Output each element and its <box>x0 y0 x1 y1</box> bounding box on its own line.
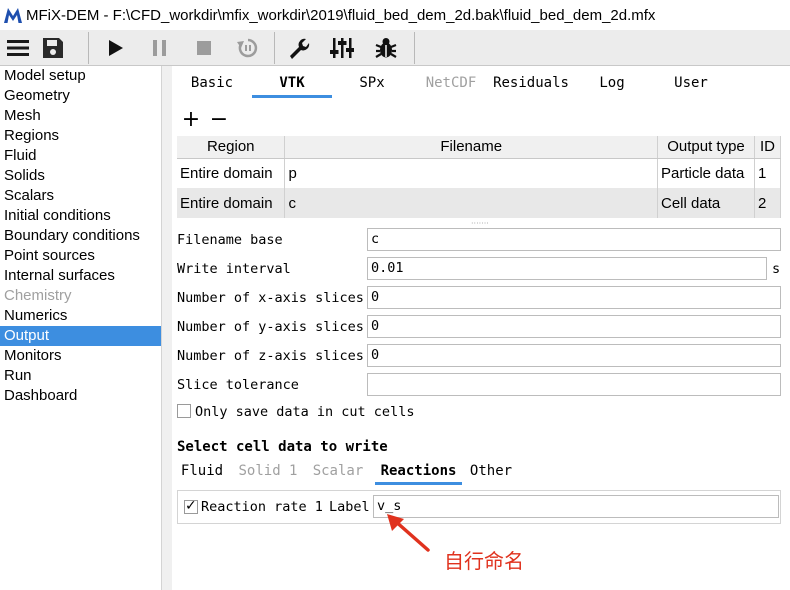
z-slices-input[interactable]: 0 <box>367 344 781 367</box>
output-pane: Basic VTK SPx NetCDF Residuals Log User … <box>172 66 790 590</box>
sidebar-item-geometry[interactable]: Geometry <box>0 86 161 106</box>
mfix-window: MFiX-DEM - F:\CFD_workdir\mfix_workdir\2… <box>0 0 790 590</box>
cut-cells-checkbox[interactable] <box>177 404 191 418</box>
filename-base-label: Filename base <box>177 232 283 248</box>
sidebar-item-model-setup[interactable]: Model setup <box>0 66 161 86</box>
sidebar-item-dashboard[interactable]: Dashboard <box>0 386 161 406</box>
tab-user[interactable]: User <box>666 74 716 98</box>
bug-icon[interactable] <box>372 34 400 62</box>
window-title: MFiX-DEM - F:\CFD_workdir\mfix_workdir\2… <box>26 6 656 24</box>
column-header-id: ID <box>754 136 782 159</box>
reaction-rate-checkbox[interactable] <box>184 498 198 514</box>
sidebar-item-point-sources[interactable]: Point sources <box>0 246 161 266</box>
reset-icon[interactable] <box>234 34 262 62</box>
cut-cells-label: Only save data in cut cells <box>195 404 415 420</box>
subtab-scalar: Scalar <box>312 463 364 479</box>
subtab-reactions[interactable]: Reactions <box>375 463 462 485</box>
table-resize-grip[interactable]: ······· <box>471 219 489 228</box>
tab-spx[interactable]: SPx <box>348 74 396 98</box>
cell-region: Entire domain <box>177 158 286 188</box>
sidebar-item-regions[interactable]: Regions <box>0 126 161 146</box>
sidebar-item-scalars[interactable]: Scalars <box>0 186 161 206</box>
column-header-region: Region <box>177 136 286 159</box>
menu-icon[interactable] <box>4 34 32 62</box>
sidebar-item-monitors[interactable]: Monitors <box>0 346 161 366</box>
table-row[interactable]: Entire domain c Cell data 2 <box>177 188 782 218</box>
reaction-rate-label: Reaction rate 1 <box>201 499 323 515</box>
mfix-logo-icon <box>2 4 24 26</box>
cell-id: 2 <box>754 188 782 218</box>
table-header: Region Filename Output type ID <box>177 136 782 159</box>
sliders-icon[interactable] <box>328 34 356 62</box>
sidebar-item-mesh[interactable]: Mesh <box>0 106 161 126</box>
save-icon[interactable] <box>39 34 67 62</box>
cell-output-type: Particle data <box>657 158 755 188</box>
cell-filename: p <box>284 158 658 188</box>
play-icon[interactable] <box>102 34 130 62</box>
column-header-filename: Filename <box>284 136 658 159</box>
subtab-solid-1: Solid 1 <box>238 463 298 479</box>
sidebar-item-solids[interactable]: Solids <box>0 166 161 186</box>
reactions-panel: Reaction rate 1 Label v_s <box>177 490 781 524</box>
write-interval-unit: s <box>772 261 781 277</box>
sidebar-nav: Model setup Geometry Mesh Regions Fluid … <box>0 66 162 590</box>
title-bar: MFiX-DEM - F:\CFD_workdir\mfix_workdir\2… <box>0 0 790 30</box>
annotation-arrow-icon <box>387 514 430 552</box>
tab-log[interactable]: Log <box>590 74 634 98</box>
stop-icon[interactable] <box>190 34 218 62</box>
y-slices-input[interactable]: 0 <box>367 315 781 338</box>
sidebar-item-boundary-conditions[interactable]: Boundary conditions <box>0 226 161 246</box>
table-row[interactable]: Entire domain p Particle data 1 <box>177 158 782 188</box>
cell-output-type: Cell data <box>657 188 755 218</box>
pause-icon[interactable] <box>146 34 174 62</box>
write-interval-input[interactable]: 0.01 <box>367 257 767 280</box>
column-header-output-type: Output type <box>657 136 755 159</box>
pane-splitter[interactable]: ‹ <box>162 66 172 590</box>
tab-residuals[interactable]: Residuals <box>491 74 571 98</box>
tab-vtk[interactable]: VTK <box>252 74 332 98</box>
subtab-fluid[interactable]: Fluid <box>177 463 227 485</box>
cell-id: 1 <box>754 158 782 188</box>
slice-tolerance-input[interactable] <box>367 373 781 396</box>
tab-netcdf: NetCDF <box>425 75 477 91</box>
write-interval-label: Write interval <box>177 261 291 277</box>
x-slices-label: Number of x-axis slices <box>177 290 364 306</box>
cell-data-section-title: Select cell data to write <box>177 439 388 455</box>
sidebar-item-fluid[interactable]: Fluid <box>0 146 161 166</box>
sidebar-item-output[interactable]: Output <box>0 326 161 346</box>
output-tabs: Basic VTK SPx NetCDF Residuals Log User <box>172 74 790 98</box>
sidebar-item-run[interactable]: Run <box>0 366 161 386</box>
add-row-button[interactable]: + <box>181 109 201 132</box>
subtab-other[interactable]: Other <box>468 463 514 485</box>
sidebar-item-initial-conditions[interactable]: Initial conditions <box>0 206 161 226</box>
y-slices-label: Number of y-axis slices <box>177 319 364 335</box>
remove-row-button[interactable]: − <box>209 109 229 132</box>
x-slices-input[interactable]: 0 <box>367 286 781 309</box>
vtk-output-table: Region Filename Output type ID Entire do… <box>177 136 782 218</box>
filename-base-input[interactable]: c <box>367 228 781 251</box>
sidebar-item-chemistry: Chemistry <box>4 287 72 304</box>
cell-filename: c <box>284 188 658 218</box>
sidebar-item-numerics[interactable]: Numerics <box>0 306 161 326</box>
annotation-text: 自行命名 <box>444 549 524 573</box>
sidebar-item-internal-surfaces[interactable]: Internal surfaces <box>0 266 161 286</box>
reaction-label-caption: Label <box>329 499 370 515</box>
wrench-icon[interactable] <box>284 34 312 62</box>
cell-region: Entire domain <box>177 188 286 218</box>
toolbar <box>0 30 790 66</box>
slice-tolerance-label: Slice tolerance <box>177 377 299 393</box>
tab-basic[interactable]: Basic <box>184 74 240 98</box>
z-slices-label: Number of z-axis slices <box>177 348 364 364</box>
